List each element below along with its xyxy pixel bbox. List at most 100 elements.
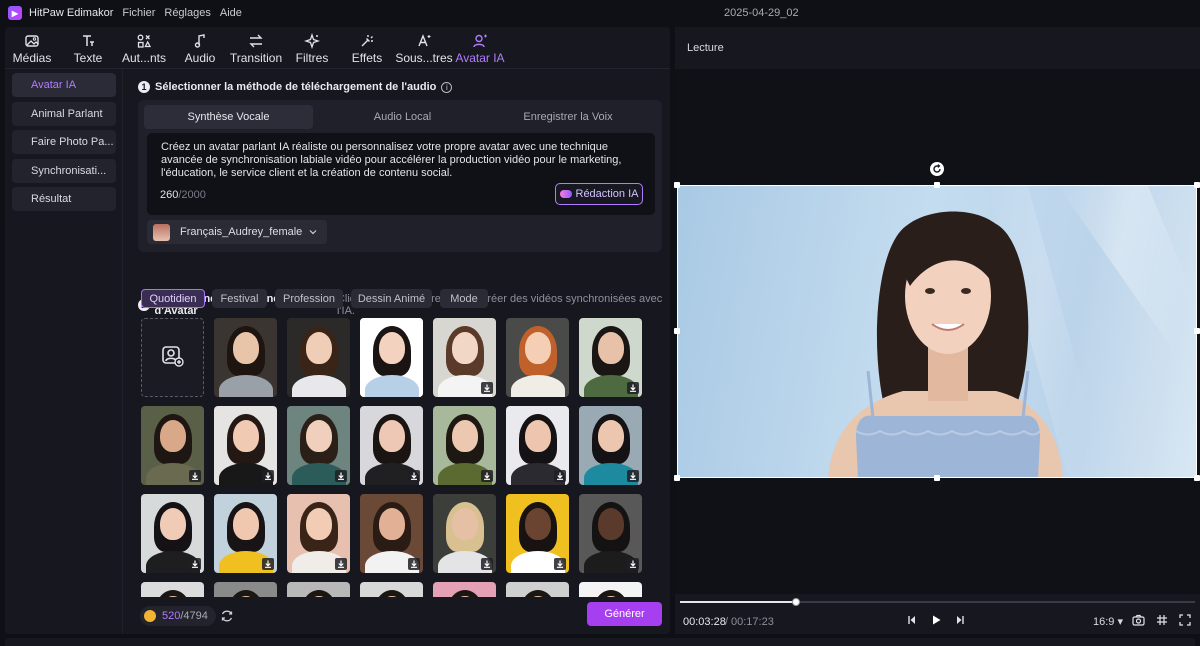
chevron-down-icon [309,227,317,239]
avatar-tile[interactable] [287,406,350,485]
avatar-tile[interactable] [214,494,277,573]
avatar-tile[interactable] [360,494,423,573]
sidebar-item-faire-photo-parlante[interactable]: Faire Photo Pa... [12,130,116,154]
download-icon[interactable] [189,470,201,482]
tool-texte[interactable]: Texte [71,27,105,69]
info-icon[interactable]: i [441,81,453,93]
tool-sous-titres[interactable]: Sous...tres [395,27,453,69]
refresh-icon[interactable] [220,609,234,626]
download-icon[interactable] [627,382,639,394]
aspect-ratio-select[interactable]: 16:9 ▾ [1093,615,1123,628]
download-icon[interactable] [554,470,566,482]
upload-avatar-button[interactable] [141,318,204,397]
tab-enregistrer-voix[interactable]: Enregistrer la Voix [483,105,653,129]
category-mode[interactable]: Mode [440,289,488,308]
download-icon[interactable] [627,558,639,570]
sidebar-item-avatar-ia[interactable]: Avatar IA [12,73,116,97]
avatar-tile[interactable] [579,406,642,485]
avatar-tile[interactable] [360,406,423,485]
resize-handle-l[interactable] [674,328,680,334]
tool-transition[interactable]: Transition [230,27,282,69]
download-icon[interactable] [189,558,201,570]
download-icon[interactable] [481,470,493,482]
avatar-tile[interactable] [214,318,277,397]
resize-handle-r[interactable] [1194,328,1200,334]
playback-progress-bar[interactable] [680,598,1195,606]
video-preview-frame[interactable] [677,185,1197,478]
avatar-tile[interactable] [141,406,204,485]
resize-handle-tr[interactable] [1194,182,1200,188]
tab-synthese-vocale[interactable]: Synthèse Vocale [144,105,313,129]
download-icon[interactable] [481,382,493,394]
play-icon[interactable] [929,613,943,627]
avatar-face [305,332,332,364]
voice-select[interactable]: Français_Audrey_female [147,220,327,244]
tool-audio[interactable]: Audio [183,27,217,69]
fullscreen-icon[interactable] [1178,613,1192,627]
menu-fichier[interactable]: Fichier [122,7,155,19]
avatar-tile[interactable] [506,318,569,397]
redaction-ia-button[interactable]: Rédaction IA [555,183,643,205]
download-icon[interactable] [554,558,566,570]
tool-filtres[interactable]: Filtres [295,27,329,69]
category-festival[interactable]: Festival [212,289,267,308]
category-quotidien[interactable]: Quotidien [141,289,205,308]
sidebar-item-resultat[interactable]: Résultat [12,187,116,211]
previous-frame-icon[interactable] [905,613,919,627]
download-icon[interactable] [408,470,420,482]
avatar-face [305,420,332,452]
app-logo-icon: ▶ [8,6,22,20]
generate-button[interactable]: Générer [587,602,662,626]
tab-audio-local[interactable]: Audio Local [318,105,487,129]
ai-sparkle-icon [559,190,572,198]
download-icon[interactable] [335,558,347,570]
avatar-tile[interactable] [141,494,204,573]
avatar-tile[interactable] [506,406,569,485]
aspect-ratio-value: 16:9 [1093,616,1115,628]
resize-handle-br[interactable] [1194,475,1200,481]
voice-name: Français_Audrey_female [180,226,303,238]
download-icon[interactable] [481,558,493,570]
step-number: 1 [138,81,150,93]
avatar-tile[interactable] [360,318,423,397]
progress-knob[interactable] [791,598,800,606]
menu-aide[interactable]: Aide [220,7,242,19]
avatar-tile[interactable] [433,406,496,485]
category-dessin-anime[interactable]: Dessin Animé [351,289,432,308]
next-frame-icon[interactable] [953,613,967,627]
rotate-icon[interactable] [930,162,944,176]
avatar-tile[interactable] [579,494,642,573]
tool-elements[interactable]: Aut...nts [121,27,167,69]
download-icon[interactable] [408,558,420,570]
resize-handle-tl[interactable] [674,182,680,188]
tool-effets[interactable]: Effets [350,27,384,69]
credit-counter: 520/4794 [140,606,216,626]
download-icon[interactable] [335,470,347,482]
avatar-tile[interactable] [433,494,496,573]
category-profession[interactable]: Profession [275,289,343,308]
camera-icon[interactable] [1131,613,1145,627]
download-icon[interactable] [627,470,639,482]
avatar-tile[interactable] [287,318,350,397]
resize-handle-t[interactable] [934,182,940,188]
avatar-tile[interactable] [214,406,277,485]
sidebar-item-synchronisation[interactable]: Synchronisati... [12,159,116,183]
download-icon[interactable] [262,558,274,570]
avatar-tile[interactable] [287,494,350,573]
grid-icon[interactable] [1155,613,1169,627]
resize-handle-bl[interactable] [674,475,680,481]
sidebar-item-animal-parlant[interactable]: Animal Parlant [12,102,116,126]
resize-handle-b[interactable] [934,475,940,481]
script-textarea[interactable]: Créez un avatar parlant IA réaliste ou p… [147,133,655,215]
subtitle-icon [415,32,433,50]
avatar-tile[interactable] [506,494,569,573]
tool-avatar-ia[interactable]: Avatar IA [455,27,505,69]
download-icon[interactable] [262,470,274,482]
char-counter: 260/2000 [160,189,206,201]
avatar-tile[interactable] [579,318,642,397]
avatar-face [378,332,405,364]
avatar-tile[interactable] [433,318,496,397]
text-icon [79,32,97,50]
tool-medias[interactable]: Médias [13,27,51,69]
menu-reglages[interactable]: Réglages [164,7,210,19]
